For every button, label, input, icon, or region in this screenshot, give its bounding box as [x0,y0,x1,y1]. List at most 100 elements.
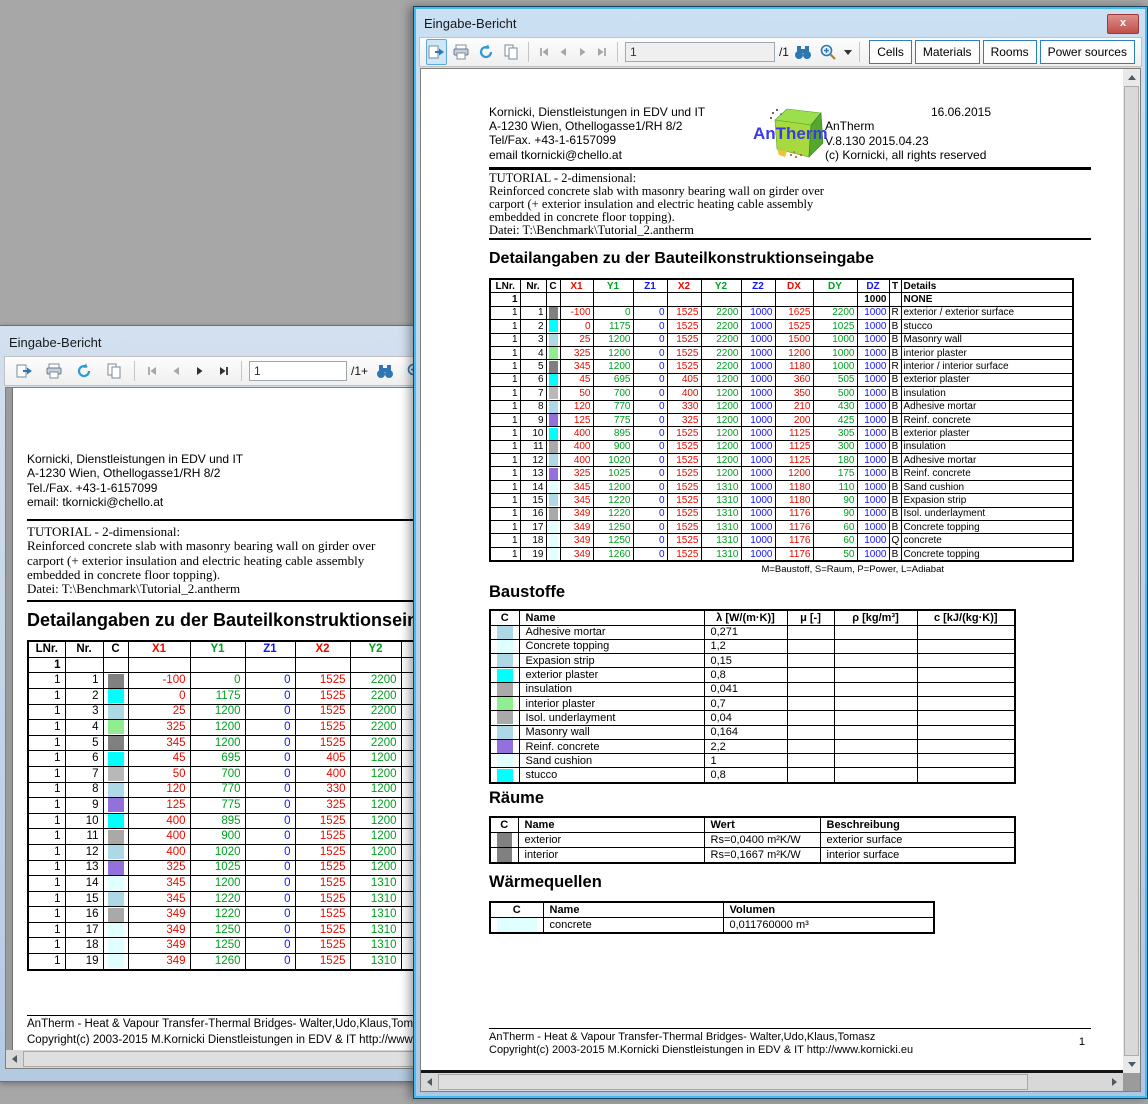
col-header-nr: Nr. [520,279,546,293]
export-button[interactable] [426,39,447,65]
nav-last-button[interactable] [214,360,234,382]
cell-material-name: interior plaster [519,697,704,711]
cell-lnr: 1 [28,657,65,673]
cell-lnr: 1 [28,922,65,938]
heat-sources-section-title: Wärmequellen [489,873,1091,892]
table-row: 1 3 25 1200 0 1525 2200 1000 1500 [490,333,1073,346]
cell-nr: 12 [520,454,546,467]
cell-y2: 1310 [350,876,401,892]
scrollbar-thumb[interactable] [1124,86,1139,1056]
cell-rho [834,739,917,753]
printer-icon [452,43,470,61]
cell-z1: 0 [633,494,667,507]
copy-button[interactable] [101,358,127,384]
nav-prev-button[interactable] [555,41,571,63]
copy-button[interactable] [500,39,521,65]
divider-rule [489,238,1091,241]
cell-nr: 3 [65,704,103,720]
cell-color [103,688,128,704]
table-row: 1 15 345 1220 0 1525 1310 1000 1180 [490,494,1073,507]
col-header-beschreibung: Beschreibung [820,817,1015,833]
cell-x1: 345 [560,480,593,493]
print-button[interactable] [41,358,67,384]
cell-y2: 1200 [350,798,401,814]
cell-dy: 60 [813,534,857,547]
cell-y1: 1250 [593,521,633,534]
cell-dz: 1000 [857,467,889,480]
scroll-right-button[interactable] [1106,1073,1123,1090]
color-swatch [497,918,537,932]
cell-nr: 13 [520,467,546,480]
scroll-left-button[interactable] [421,1073,438,1090]
cell-y2: 1200 [701,427,741,440]
power-sources-button[interactable]: Power sources [1040,40,1135,64]
cell-lnr: 1 [490,333,520,346]
legend-note: M=Baustoff, S=Raum, P=Power, L=Adiabat [489,564,1072,575]
nav-first-button[interactable] [536,41,552,63]
nav-prev-button[interactable] [166,360,186,382]
color-swatch [108,908,124,922]
nav-next-button[interactable] [190,360,210,382]
zoom-button[interactable] [818,39,839,65]
export-button[interactable] [11,358,37,384]
scroll-left-button[interactable] [6,1050,23,1067]
cell-lnr: 1 [490,547,520,561]
cell-z2: 1000 [741,521,775,534]
page-number-input[interactable] [625,42,775,62]
cell-nr: 13 [65,860,103,876]
cell-y2: 2200 [701,306,741,319]
titlebar-front[interactable]: Eingabe-Bericht x [414,7,1147,37]
print-button[interactable] [451,39,472,65]
scroll-down-button[interactable] [1123,1056,1140,1073]
search-button[interactable] [793,39,814,65]
cell-z2: 1000 [741,333,775,346]
cell-type: B [889,413,901,426]
materials-button[interactable]: Materials [915,40,980,64]
cell-y2: 1310 [701,534,741,547]
cell-x1: 120 [128,782,190,798]
nav-first-button[interactable] [142,360,162,382]
material-row: Isol. underlayment 0,04 [490,711,1015,725]
cell-z1: 0 [633,346,667,359]
cell-x1: 0 [128,688,190,704]
col-header-x1: X1 [128,641,190,657]
cell-z1: 0 [633,427,667,440]
vertical-scrollbar[interactable] [1123,69,1140,1073]
search-button[interactable] [372,358,398,384]
cell-nr: 5 [520,360,546,373]
cell-nr: 19 [520,547,546,561]
horizontal-scrollbar[interactable] [421,1073,1123,1091]
cell-details: insulation [901,440,1073,453]
cell-y1: 1175 [190,688,245,704]
scrollbar-thumb[interactable] [438,1074,1028,1090]
cell-lnr: 1 [28,938,65,954]
cell-y1: 1200 [190,720,245,736]
footer-rule [489,1028,1091,1029]
cell-x1: 345 [560,494,593,507]
nav-last-button[interactable] [595,41,611,63]
close-button[interactable]: x [1107,14,1139,34]
cell-dy: 2200 [813,306,857,319]
cell-y1: 1020 [593,454,633,467]
cell-x2: 1525 [667,320,701,333]
rooms-button[interactable]: Rooms [983,40,1037,64]
nav-next-button[interactable] [575,41,591,63]
zoom-dropdown-caret[interactable] [844,50,852,55]
page-number: 1 [1079,1036,1085,1048]
cell-dx: 1125 [775,427,813,440]
cell-x2: 1525 [667,507,701,520]
page-number-input[interactable] [249,361,347,381]
cell-lnr: 1 [28,876,65,892]
construction-table-back: LNr. Nr. C X1 Y1 Z1 X2 Y2 Z2 [27,640,457,970]
scroll-up-button[interactable] [1123,69,1140,86]
col-header-z2: Z2 [741,279,775,293]
cell-rho [834,654,917,668]
cell-dz: 1000 [857,360,889,373]
cell-z1: 0 [245,751,295,767]
refresh-button[interactable] [71,358,97,384]
cell-nr: 7 [65,766,103,782]
cell-color [546,547,560,561]
refresh-button[interactable] [475,39,496,65]
cell-mu [787,697,834,711]
cells-button[interactable]: Cells [869,40,912,64]
